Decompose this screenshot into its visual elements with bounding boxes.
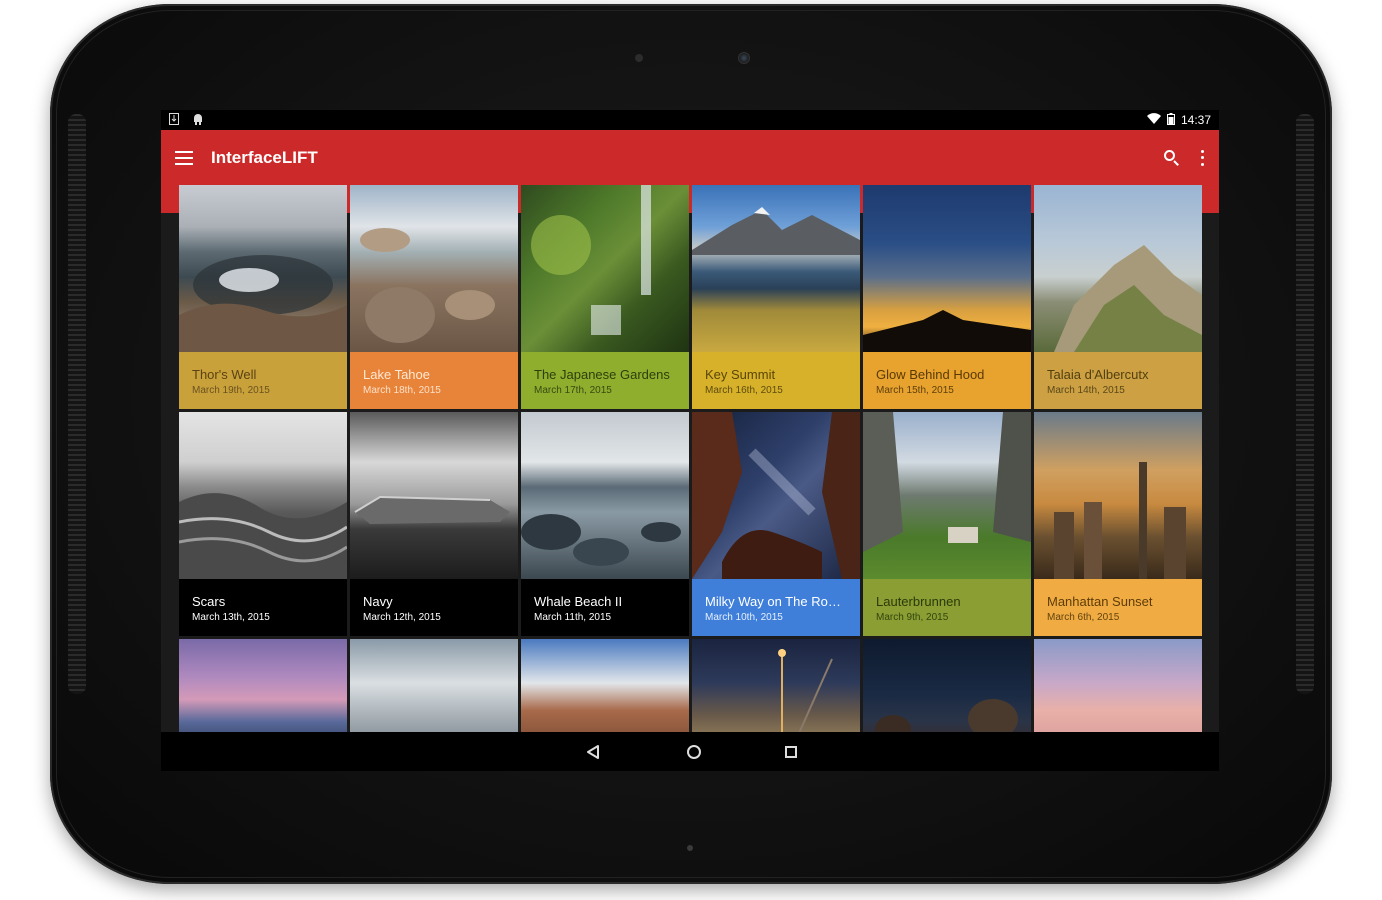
wallpaper-title: Key Summit	[705, 367, 776, 382]
wallpaper-title: Scars	[192, 594, 226, 609]
wallpaper-date: March 12th, 2015	[363, 612, 441, 623]
wallpaper-thumbnail	[1034, 412, 1202, 579]
wallpaper-caption: Thor's Well March 19th, 2015	[179, 352, 347, 409]
wallpaper-date: March 16th, 2015	[705, 385, 783, 396]
wallpaper-title: Thor's Well	[192, 367, 257, 382]
wallpaper-title: Navy	[363, 594, 393, 609]
wallpaper-card[interactable]: Glow Behind Hood March 15th, 2015	[863, 185, 1031, 409]
wallpaper-caption: Scars March 13th, 2015	[179, 579, 347, 636]
wallpaper-date: March 10th, 2015	[705, 612, 783, 623]
wallpaper-thumbnail	[1034, 185, 1202, 352]
navigation-bar	[161, 732, 1219, 771]
overflow-menu-icon[interactable]	[1199, 149, 1205, 166]
wallpaper-date: March 6th, 2015	[1047, 612, 1120, 623]
wallpaper-card[interactable]: The Japanese Gardens March 17th, 2015	[521, 185, 689, 409]
wallpaper-title: Milky Way on The Roc…	[705, 594, 847, 609]
wallpaper-grid: Thor's Well March 19th, 2015 Lake Tahoe …	[179, 185, 1202, 749]
wallpaper-card[interactable]: Talaia d'Albercutx March 14th, 2015	[1034, 185, 1202, 409]
wallpaper-title: Talaia d'Albercutx	[1047, 367, 1149, 382]
wallpaper-caption: Glow Behind Hood March 15th, 2015	[863, 352, 1031, 409]
wallpaper-date: March 9th, 2015	[876, 612, 949, 623]
menu-icon[interactable]	[175, 150, 193, 165]
download-notification-icon	[169, 112, 179, 128]
wallpaper-title: Lauterbrunnen	[876, 594, 961, 609]
wifi-icon	[1146, 113, 1161, 127]
wallpaper-date: March 11th, 2015	[534, 612, 612, 623]
wallpaper-card[interactable]: Navy March 12th, 2015	[350, 412, 518, 636]
wallpaper-caption: Milky Way on The Roc… March 10th, 2015	[692, 579, 860, 636]
wallpaper-thumbnail	[179, 185, 347, 352]
wallpaper-date: March 13th, 2015	[192, 612, 270, 623]
wallpaper-caption: The Japanese Gardens March 17th, 2015	[521, 352, 689, 409]
wallpaper-card[interactable]: Lauterbrunnen March 9th, 2015	[863, 412, 1031, 636]
wallpaper-card[interactable]: Manhattan Sunset March 6th, 2015	[1034, 412, 1202, 636]
back-icon[interactable]	[583, 742, 603, 762]
android-notification-icon	[193, 113, 203, 128]
battery-icon	[1166, 112, 1175, 128]
wallpaper-caption: Talaia d'Albercutx March 14th, 2015	[1034, 352, 1202, 409]
wallpaper-caption: Whale Beach II March 11th, 2015	[521, 579, 689, 636]
wallpaper-date: March 19th, 2015	[192, 385, 270, 396]
wallpaper-date: March 15th, 2015	[876, 385, 954, 396]
notification-led	[687, 845, 693, 851]
wallpaper-thumbnail	[521, 412, 689, 579]
sensor-dot	[635, 54, 643, 62]
wallpaper-thumbnail	[863, 185, 1031, 352]
status-time: 14:37	[1180, 113, 1211, 127]
home-icon[interactable]	[687, 744, 701, 759]
wallpaper-caption: Manhattan Sunset March 6th, 2015	[1034, 579, 1202, 636]
wallpaper-caption: Key Summit March 16th, 2015	[692, 352, 860, 409]
wallpaper-thumbnail	[521, 185, 689, 352]
front-camera-icon	[738, 52, 750, 64]
wallpaper-caption: Lauterbrunnen March 9th, 2015	[863, 579, 1031, 636]
wallpaper-card[interactable]: Scars March 13th, 2015	[179, 412, 347, 636]
wallpaper-date: March 14th, 2015	[1047, 385, 1125, 396]
search-icon[interactable]	[1163, 149, 1181, 167]
wallpaper-card[interactable]: Lake Tahoe March 18th, 2015	[350, 185, 518, 409]
wallpaper-date: March 17th, 2015	[534, 385, 612, 396]
recents-icon[interactable]	[785, 745, 797, 758]
wallpaper-card[interactable]: Whale Beach II March 11th, 2015	[521, 412, 689, 636]
wallpaper-thumbnail	[350, 185, 518, 352]
device-screen: 14:37 InterfaceLIFT Thor's Well March 19…	[161, 110, 1219, 771]
right-speaker-grille	[1296, 114, 1314, 694]
wallpaper-card[interactable]: Milky Way on The Roc… March 10th, 2015	[692, 412, 860, 636]
wallpaper-card[interactable]: Key Summit March 16th, 2015	[692, 185, 860, 409]
wallpaper-title: Glow Behind Hood	[876, 367, 985, 382]
left-speaker-grille	[68, 114, 86, 694]
app-title: InterfaceLIFT	[211, 147, 318, 167]
wallpaper-title: The Japanese Gardens	[534, 367, 670, 382]
wallpaper-date: March 18th, 2015	[363, 385, 441, 396]
wallpaper-caption: Navy March 12th, 2015	[350, 579, 518, 636]
wallpaper-thumbnail	[692, 185, 860, 352]
wallpaper-card[interactable]: Thor's Well March 19th, 2015	[179, 185, 347, 409]
wallpaper-title: Whale Beach II	[534, 594, 623, 609]
wallpaper-thumbnail	[863, 412, 1031, 579]
wallpaper-title: Lake Tahoe	[363, 367, 430, 382]
wallpaper-title: Manhattan Sunset	[1047, 594, 1153, 609]
wallpaper-thumbnail	[350, 412, 518, 579]
wallpaper-caption: Lake Tahoe March 18th, 2015	[350, 352, 518, 409]
status-bar: 14:37	[161, 110, 1219, 130]
wallpaper-thumbnail	[179, 412, 347, 579]
wallpaper-thumbnail	[692, 412, 860, 579]
